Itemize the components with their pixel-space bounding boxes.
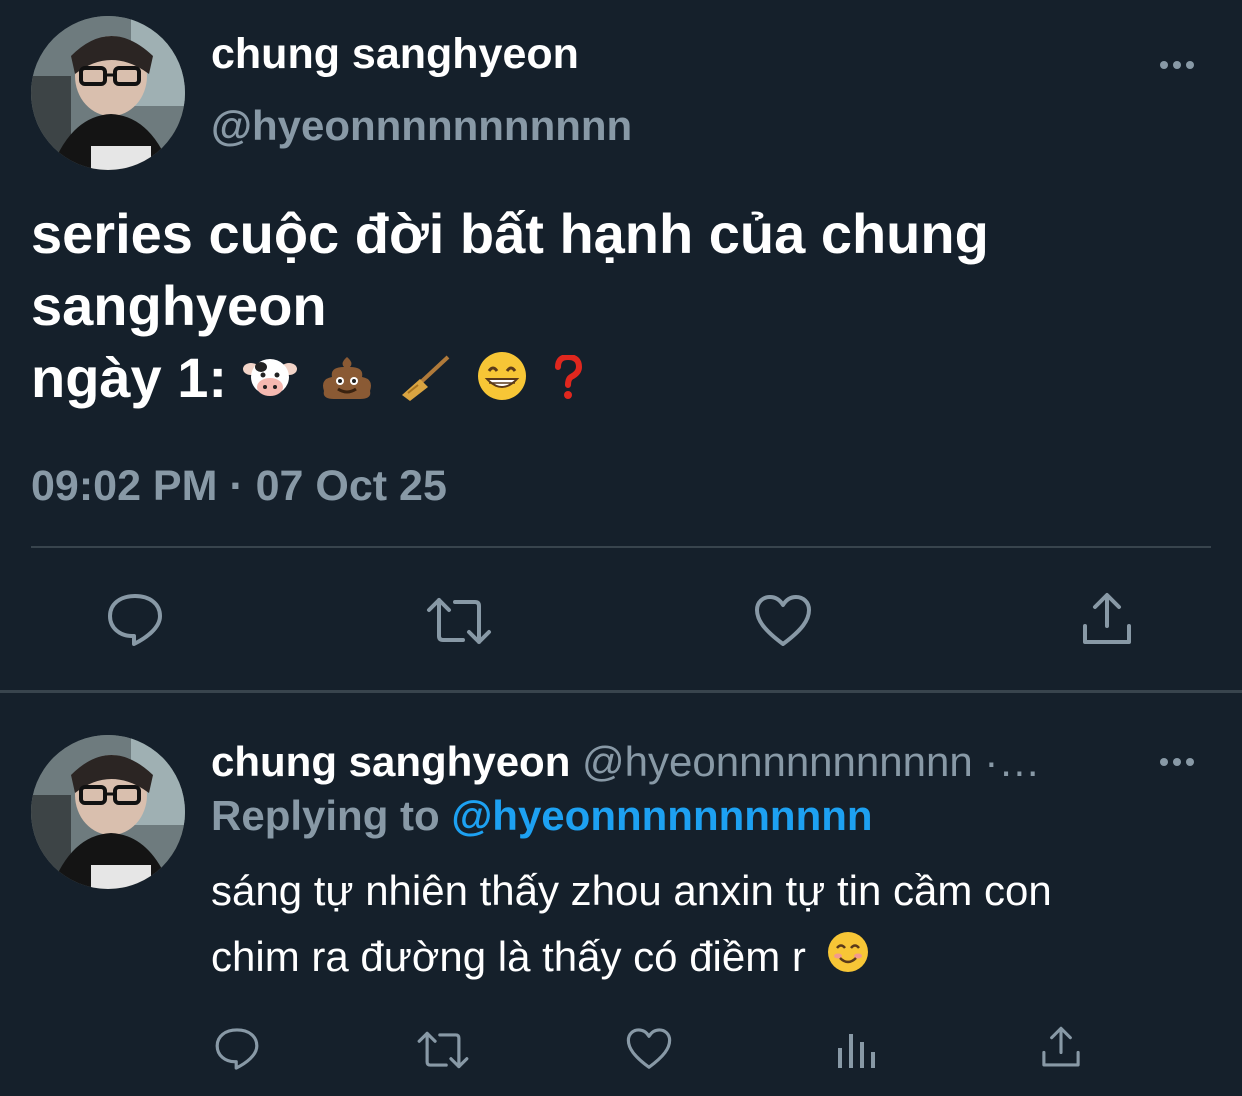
red-question-mark-icon: [553, 346, 583, 418]
tweet-text-line: series cuộc đời bất hạnh của chung: [31, 202, 989, 265]
tweet-text-line: sanghyeon: [31, 274, 327, 337]
reply-text-line-body: chim ra đường là thấy có điềm r: [211, 933, 806, 980]
reply-icon[interactable]: [106, 592, 164, 648]
tweet-text-prefix: ngày 1:: [31, 346, 228, 409]
like-icon[interactable]: [626, 1027, 672, 1071]
tweet-timestamp[interactable]: 09:02 PM · 07 Oct 25: [31, 462, 447, 511]
reply-author-display-name[interactable]: chung sanghyeon: [211, 738, 570, 785]
more-options-icon[interactable]: [1160, 758, 1194, 766]
avatar[interactable]: [31, 16, 185, 170]
broom-icon: [398, 346, 452, 418]
replying-to-label: Replying to: [211, 792, 440, 839]
analytics-icon[interactable]: [836, 1028, 878, 1070]
like-icon[interactable]: [754, 594, 812, 648]
reply-header: chung sanghyeon @hyeonnnnnnnnnnn ·…: [211, 738, 1161, 786]
avatar-photo: [31, 16, 185, 170]
avatar-photo: [31, 735, 185, 889]
avatar[interactable]: [31, 735, 185, 889]
author-handle[interactable]: @hyeonnnnnnnnnnn: [211, 102, 632, 150]
replying-to: Replying to @hyeonnnnnnnnnnn: [211, 792, 873, 840]
smiling-face-icon: [826, 927, 870, 993]
author-display-name[interactable]: chung sanghyeon: [211, 30, 579, 79]
retweet-icon[interactable]: [425, 596, 493, 646]
grinning-face-icon: [475, 346, 529, 418]
replying-to-mention[interactable]: @hyeonnnnnnnnnnn: [451, 792, 872, 839]
more-options-icon[interactable]: [1160, 61, 1194, 69]
reply-text: sáng tự nhiên thấy zhou anxin tự tin cầm…: [211, 858, 1211, 993]
pile-of-poo-icon: [320, 346, 374, 418]
retweet-icon[interactable]: [416, 1030, 470, 1070]
reply-text-line: sáng tự nhiên thấy zhou anxin tự tin cầm…: [211, 867, 1052, 914]
reply-text-line: chim ra đường là thấy có điềm r: [211, 924, 1211, 993]
cow-face-icon: [242, 346, 297, 418]
tweet-text: series cuộc đời bất hạnh của chung sangh…: [31, 198, 1211, 418]
reply-icon[interactable]: [214, 1026, 260, 1072]
tweet-text-line: ngày 1:: [31, 342, 1211, 418]
share-icon[interactable]: [1080, 592, 1134, 646]
reply-author-handle[interactable]: @hyeonnnnnnnnnnn ·…: [582, 738, 1040, 785]
divider: [31, 546, 1211, 548]
divider: [0, 690, 1242, 693]
share-icon[interactable]: [1040, 1026, 1082, 1068]
